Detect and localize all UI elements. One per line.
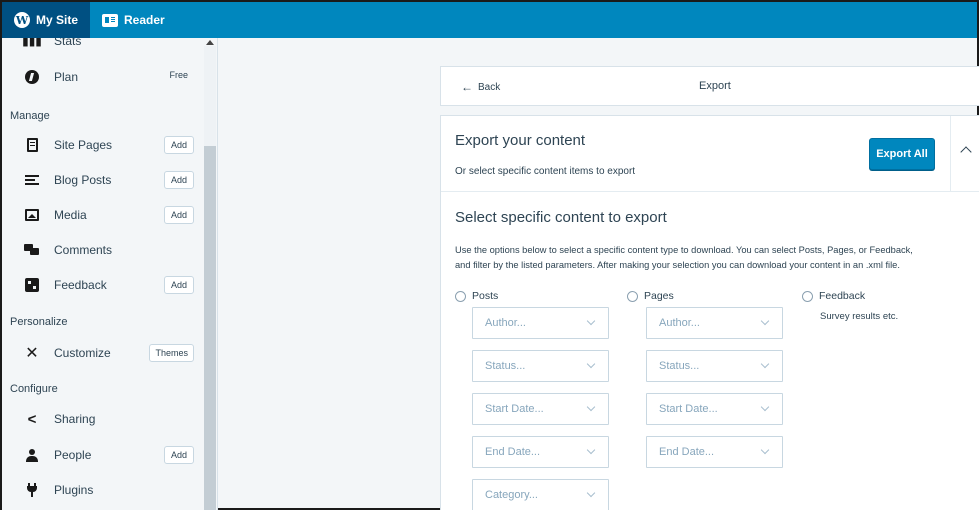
description-line: Use the options below to select a specif…	[455, 245, 913, 255]
sidebar: ▮▮▮ Stats Plan Free Manage Site Pages Ad…	[2, 38, 218, 510]
add-people-button[interactable]: Add	[164, 446, 194, 464]
export-header-card: ← Back Export	[440, 66, 979, 106]
configure-heading: Configure	[10, 383, 58, 395]
sidebar-item-label: Plugins	[54, 483, 94, 497]
add-page-button[interactable]: Add	[164, 136, 194, 154]
share-icon: <	[27, 410, 37, 428]
radio-button[interactable]	[455, 290, 466, 302]
posts-author-select[interactable]: Author...	[472, 307, 609, 339]
chevron-down-icon	[586, 402, 596, 412]
sidebar-item-customize[interactable]: ✕ Customize Themes	[2, 336, 202, 370]
add-media-button[interactable]: Add	[164, 206, 194, 224]
feedback-label: Feedback	[819, 290, 866, 302]
sidebar-item-feedback[interactable]: Feedback Add	[2, 268, 202, 302]
description-line: and filter by the listed parameters. Aft…	[455, 260, 900, 270]
wordpress-logo-icon: W	[14, 12, 30, 28]
sidebar-item-sharing[interactable]: < Sharing	[2, 402, 202, 436]
posts-status-select[interactable]: Status...	[472, 350, 609, 382]
select-value: End Date...	[485, 446, 541, 458]
sidebar-item-label: Comments	[54, 243, 113, 257]
sidebar-item-label: Stats	[54, 38, 82, 48]
chevron-down-icon	[760, 445, 770, 455]
select-value: Status...	[659, 360, 700, 372]
plan-icon	[24, 69, 40, 85]
page-title: Export	[699, 80, 731, 92]
masterbar: W My Site Reader	[2, 2, 977, 38]
pages-start-date-select[interactable]: Start Date...	[646, 393, 783, 425]
select-value: Status...	[485, 360, 526, 372]
export-card: Export your content Or select specific c…	[440, 115, 979, 510]
export-all-section: Export your content Or select specific c…	[441, 116, 979, 192]
sidebar-item-plugins[interactable]: Plugins	[2, 473, 202, 507]
pages-label: Pages	[644, 290, 674, 302]
select-content-description: Use the options below to select a specif…	[455, 243, 979, 273]
manage-heading: Manage	[10, 110, 50, 122]
sidebar-scrollbar-thumb[interactable]	[204, 146, 216, 510]
arrow-left-icon: ←	[461, 80, 473, 94]
sidebar-item-label: Sharing	[54, 412, 96, 426]
sidebar-item-comments[interactable]: Comments	[2, 233, 202, 267]
chevron-down-icon	[586, 445, 596, 455]
plug-icon	[24, 482, 40, 498]
select-value: Author...	[659, 317, 700, 329]
export-title: Export your content	[455, 132, 586, 149]
select-content-title: Select specific content to export	[455, 209, 667, 226]
chevron-down-icon	[586, 359, 596, 369]
pages-radio[interactable]: Pages	[627, 290, 674, 302]
chevron-down-icon	[586, 316, 596, 326]
media-icon	[24, 207, 40, 223]
my-site-label: My Site	[36, 13, 79, 27]
divider	[950, 116, 951, 192]
person-icon	[24, 447, 40, 463]
chevron-down-icon	[760, 359, 770, 369]
select-value: Start Date...	[485, 403, 544, 415]
sidebar-item-stats[interactable]: ▮▮▮ Stats	[2, 38, 202, 58]
tools-icon: ✕	[25, 345, 39, 362]
stats-icon: ▮▮▮	[22, 38, 42, 48]
chevron-down-icon	[760, 402, 770, 412]
posts-label: Posts	[472, 290, 499, 302]
themes-button[interactable]: Themes	[149, 344, 194, 362]
sidebar-item-blog-posts[interactable]: Blog Posts Add	[2, 163, 202, 197]
add-feedback-button[interactable]: Add	[164, 276, 194, 294]
my-site-tab[interactable]: W My Site	[2, 2, 91, 38]
select-value: End Date...	[659, 446, 715, 458]
back-button[interactable]: ← Back	[461, 80, 500, 94]
radio-button[interactable]	[627, 290, 638, 302]
sidebar-item-media[interactable]: Media Add	[2, 198, 202, 232]
reader-tab[interactable]: Reader	[90, 2, 177, 38]
feedback-icon	[24, 277, 40, 293]
feedback-radio[interactable]: Feedback	[802, 290, 865, 302]
posts-end-date-select[interactable]: End Date...	[472, 436, 609, 468]
radio-button[interactable]	[802, 290, 813, 302]
personalize-heading: Personalize	[10, 316, 68, 328]
export-all-button[interactable]: Export All	[869, 138, 935, 170]
sidebar-item-site-pages[interactable]: Site Pages Add	[2, 128, 202, 162]
select-value: Start Date...	[659, 403, 718, 415]
back-label: Back	[478, 81, 501, 93]
select-value: Category...	[485, 489, 538, 501]
posts-start-date-select[interactable]: Start Date...	[472, 393, 609, 425]
add-post-button[interactable]: Add	[164, 171, 194, 189]
posts-radio[interactable]: Posts	[455, 290, 498, 302]
scroll-up-arrow-icon[interactable]	[206, 40, 214, 45]
chevron-up-icon[interactable]	[960, 146, 972, 158]
pages-end-date-select[interactable]: End Date...	[646, 436, 783, 468]
sidebar-item-plan[interactable]: Plan Free	[2, 60, 202, 94]
plan-badge: Free	[169, 70, 188, 80]
pages-author-select[interactable]: Author...	[646, 307, 783, 339]
select-value: Author...	[485, 317, 526, 329]
feedback-note: Survey results etc.	[820, 311, 899, 322]
chevron-down-icon	[586, 488, 596, 498]
posts-icon	[24, 172, 40, 188]
export-subtitle: Or select specific content items to expo…	[455, 166, 636, 177]
reader-icon	[102, 13, 119, 27]
chevron-down-icon	[760, 316, 770, 326]
sidebar-item-people[interactable]: People Add	[2, 438, 202, 472]
posts-category-select[interactable]: Category...	[472, 479, 609, 510]
pages-status-select[interactable]: Status...	[646, 350, 783, 382]
comments-icon	[24, 242, 40, 258]
reader-label: Reader	[124, 13, 165, 27]
page-icon	[24, 137, 40, 153]
